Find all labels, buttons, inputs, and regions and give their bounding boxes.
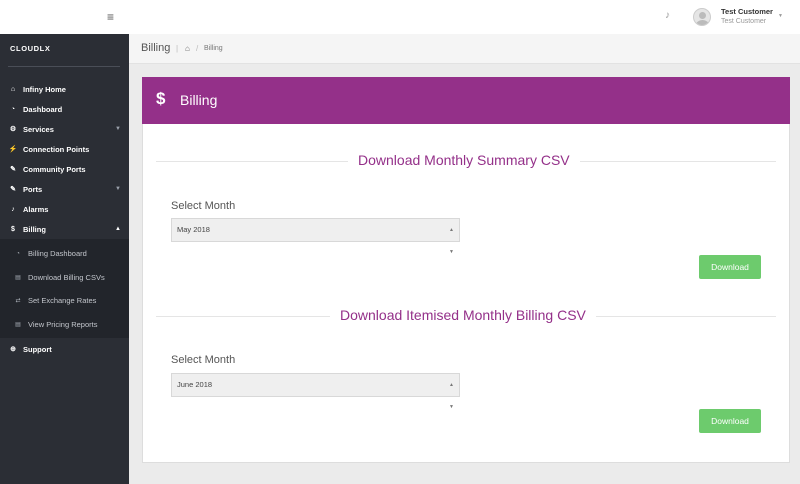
hamburger-menu-icon[interactable]: ≡	[107, 10, 114, 24]
bell-icon[interactable]: ♪	[665, 10, 670, 21]
bell-icon: ♪	[11, 205, 15, 213]
sidebar-item-label: Community Ports	[23, 164, 86, 174]
card-title: Billing	[180, 92, 218, 108]
plug-icon: ✎	[10, 186, 16, 193]
sidebar-item-ports[interactable]: ✎ Ports ▼	[0, 179, 129, 199]
avatar[interactable]	[693, 8, 711, 26]
sidebar-subitem-download-billing-csvs[interactable]: ▤ Download Billing CSVs	[0, 266, 129, 290]
bolt-icon: ⚡	[8, 146, 18, 153]
sidebar-item-support[interactable]: ⊕ Support	[0, 339, 129, 359]
sidebar-item-alarms[interactable]: ♪ Alarms	[0, 199, 129, 219]
download-summary-button[interactable]: Download	[699, 255, 761, 279]
sidebar: CLOUDLX ⌂ Infiny Home ◔ Dashboard ⚙ Serv…	[0, 0, 129, 484]
dollar-icon: $	[156, 89, 166, 108]
home-icon[interactable]: ⌂	[185, 44, 190, 53]
sidebar-subitem-view-pricing-reports[interactable]: ▤ View Pricing Reports	[0, 313, 129, 337]
sidebar-subitem-label: Billing Dashboard	[28, 249, 87, 259]
brand-logo: CLOUDLX	[10, 44, 51, 53]
select-month-label: Select Month	[171, 200, 236, 212]
dashboard-icon: ◔	[16, 250, 20, 257]
download-itemised-button[interactable]: Download	[699, 409, 761, 433]
plug-icon: ✎	[10, 166, 16, 173]
section-title-itemised: Download Itemised Monthly Billing CSV	[330, 307, 596, 323]
sidebar-item-services[interactable]: ⚙ Services ▼	[0, 119, 129, 139]
select-value: June 2018	[177, 380, 213, 389]
file-icon: ▤	[15, 321, 21, 328]
lifebuoy-icon: ⊕	[10, 346, 16, 353]
sidebar-subitem-billing-dashboard[interactable]: ◔ Billing Dashboard	[0, 242, 129, 266]
caret-down-icon[interactable]: ▼	[778, 13, 783, 19]
sidebar-subitem-label: Download Billing CSVs	[28, 272, 105, 282]
sidebar-item-label: Alarms	[23, 204, 49, 214]
select-caret-icon: ▲ ▼	[449, 227, 454, 255]
page-title: Billing	[141, 42, 171, 54]
cogs-icon: ⚙	[9, 126, 17, 133]
exchange-icon: ⇄	[15, 298, 21, 305]
user-subtitle: Test Customer	[721, 18, 767, 25]
chevron-up-icon: ▲	[115, 226, 121, 232]
sidebar-item-label: Dashboard	[23, 104, 63, 114]
breadcrumb-separator: |	[176, 44, 179, 53]
dashboard-icon: ◔	[10, 105, 16, 113]
sidebar-subitem-set-exchange-rates[interactable]: ⇄ Set Exchange Rates	[0, 289, 129, 313]
home-icon: ⌂	[10, 85, 16, 93]
sidebar-subitem-label: View Pricing Reports	[28, 319, 98, 329]
file-icon: ▤	[15, 274, 21, 281]
breadcrumb-separator: /	[196, 44, 199, 53]
sidebar-item-label: Support	[23, 344, 52, 354]
billing-card	[142, 77, 790, 463]
topbar: ≡ ♪ Test Customer Test Customer ▼	[107, 0, 800, 34]
chevron-down-icon: ▼	[115, 186, 121, 192]
sidebar-nav: ⌂ Infiny Home ◔ Dashboard ⚙ Services ▼ ⚡…	[0, 79, 129, 359]
sidebar-item-infiny-home[interactable]: ⌂ Infiny Home	[0, 79, 129, 99]
sidebar-item-billing[interactable]: $ Billing ▲	[0, 219, 129, 239]
sidebar-item-dashboard[interactable]: ◔ Dashboard	[0, 99, 129, 119]
divider	[8, 66, 120, 67]
select-value: May 2018	[177, 225, 210, 234]
select-month-label: Select Month	[171, 354, 236, 366]
sidebar-item-label: Ports	[23, 184, 43, 194]
section-title-monthly-summary: Download Monthly Summary CSV	[348, 152, 580, 168]
user-name[interactable]: Test Customer	[721, 7, 773, 16]
card-header: $ Billing	[142, 77, 790, 124]
dollar-icon: $	[11, 225, 15, 233]
sidebar-item-label: Infiny Home	[23, 84, 66, 94]
sidebar-subitem-label: Set Exchange Rates	[28, 296, 97, 306]
month-select-itemised[interactable]: June 2018 ▲ ▼	[171, 373, 460, 410]
billing-submenu: ◔ Billing Dashboard ▤ Download Billing C…	[0, 239, 129, 338]
sidebar-item-label: Billing	[23, 224, 46, 234]
sidebar-item-community-ports[interactable]: ✎ Community Ports	[0, 159, 129, 179]
chevron-down-icon: ▼	[115, 126, 121, 132]
breadcrumb-current: Billing	[204, 45, 223, 52]
sidebar-item-label: Connection Points	[23, 144, 90, 154]
select-caret-icon: ▲ ▼	[449, 382, 454, 410]
sidebar-item-connection-points[interactable]: ⚡ Connection Points	[0, 139, 129, 159]
sidebar-item-label: Services	[23, 124, 54, 134]
breadcrumb: Billing | ⌂ / Billing	[129, 34, 800, 64]
month-select-summary[interactable]: May 2018 ▲ ▼	[171, 218, 460, 255]
